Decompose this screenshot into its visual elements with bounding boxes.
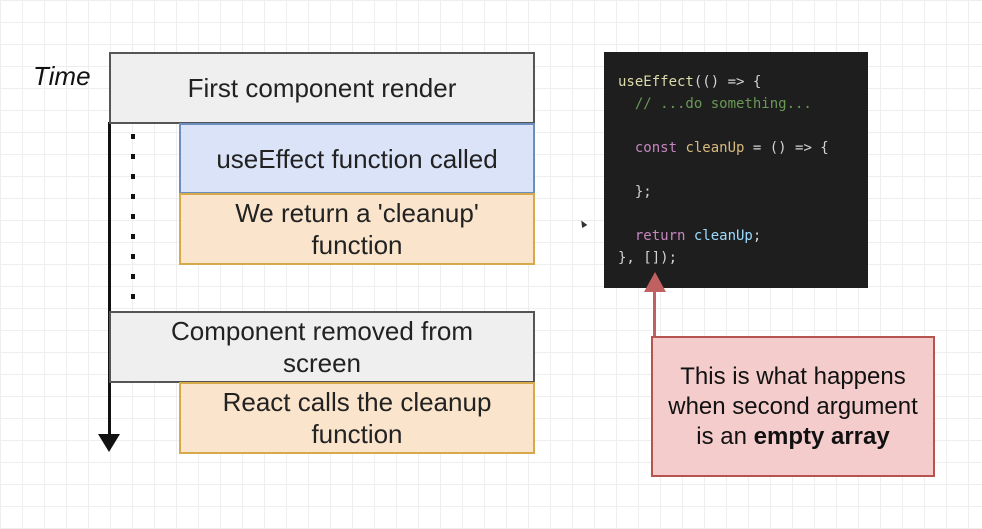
callout-arrow-line [653, 286, 656, 336]
dotted-connector-dot [131, 294, 135, 299]
first-render-box: First component render [109, 52, 535, 124]
empty-array-callout: This is what happens when second argumen… [651, 336, 935, 477]
code-token: }; [618, 184, 652, 200]
timeline-axis [108, 122, 111, 437]
dotted-connector-dot [131, 194, 135, 199]
react-calls-cleanup-box: React calls the cleanup function [179, 382, 535, 454]
useeffect-called-label: useEffect function called [216, 143, 498, 174]
code-line-1: useEffect(() => { [618, 71, 868, 93]
code-token: = () => { [744, 140, 829, 156]
code-line-4: const cleanUp = () => { [618, 137, 868, 159]
code-comment: // ...do something... [618, 96, 812, 112]
react-calls-cleanup-label: React calls the cleanup function [222, 387, 492, 449]
dotted-connector-dot [131, 174, 135, 179]
dotted-connector-dot [131, 274, 135, 279]
code-variable: cleanUp [685, 140, 745, 156]
return-cleanup-label: We return a 'cleanup' function [235, 198, 479, 260]
code-line-9: }, []); [618, 247, 868, 269]
dotted-connector-dot [131, 254, 135, 259]
code-line-2: // ...do something... [618, 93, 868, 115]
dotted-connector-dot [131, 154, 135, 159]
callout-text: This is what happens when second argumen… [663, 362, 923, 452]
code-token: (() => { [693, 74, 762, 90]
code-useeffect-token: useEffect [618, 74, 694, 90]
code-token: }, []); [618, 250, 678, 266]
mouse-cursor-icon [578, 218, 588, 229]
dotted-connector-dot [131, 134, 135, 139]
code-keyword: return [618, 228, 694, 244]
dotted-connector-dot [131, 234, 135, 239]
code-keyword: const [618, 140, 686, 156]
return-cleanup-box: We return a 'cleanup' function [179, 193, 535, 265]
timeline-arrowhead [98, 434, 120, 452]
code-token: ; [752, 228, 762, 244]
useeffect-called-box: useEffect function called [179, 123, 535, 194]
time-axis-label: Time [33, 61, 91, 91]
component-removed-label: Component removed from screen [170, 316, 474, 378]
first-render-label: First component render [187, 73, 457, 103]
code-snippet-panel: useEffect(() => { // ...do something... … [604, 52, 868, 288]
callout-text-bold: empty array [753, 422, 890, 450]
component-removed-box: Component removed from screen [109, 311, 535, 383]
code-variable: cleanUp [693, 228, 753, 244]
code-line-6: }; [618, 181, 868, 203]
code-line-8: return cleanUp; [618, 225, 868, 247]
dotted-connector-dot [131, 214, 135, 219]
